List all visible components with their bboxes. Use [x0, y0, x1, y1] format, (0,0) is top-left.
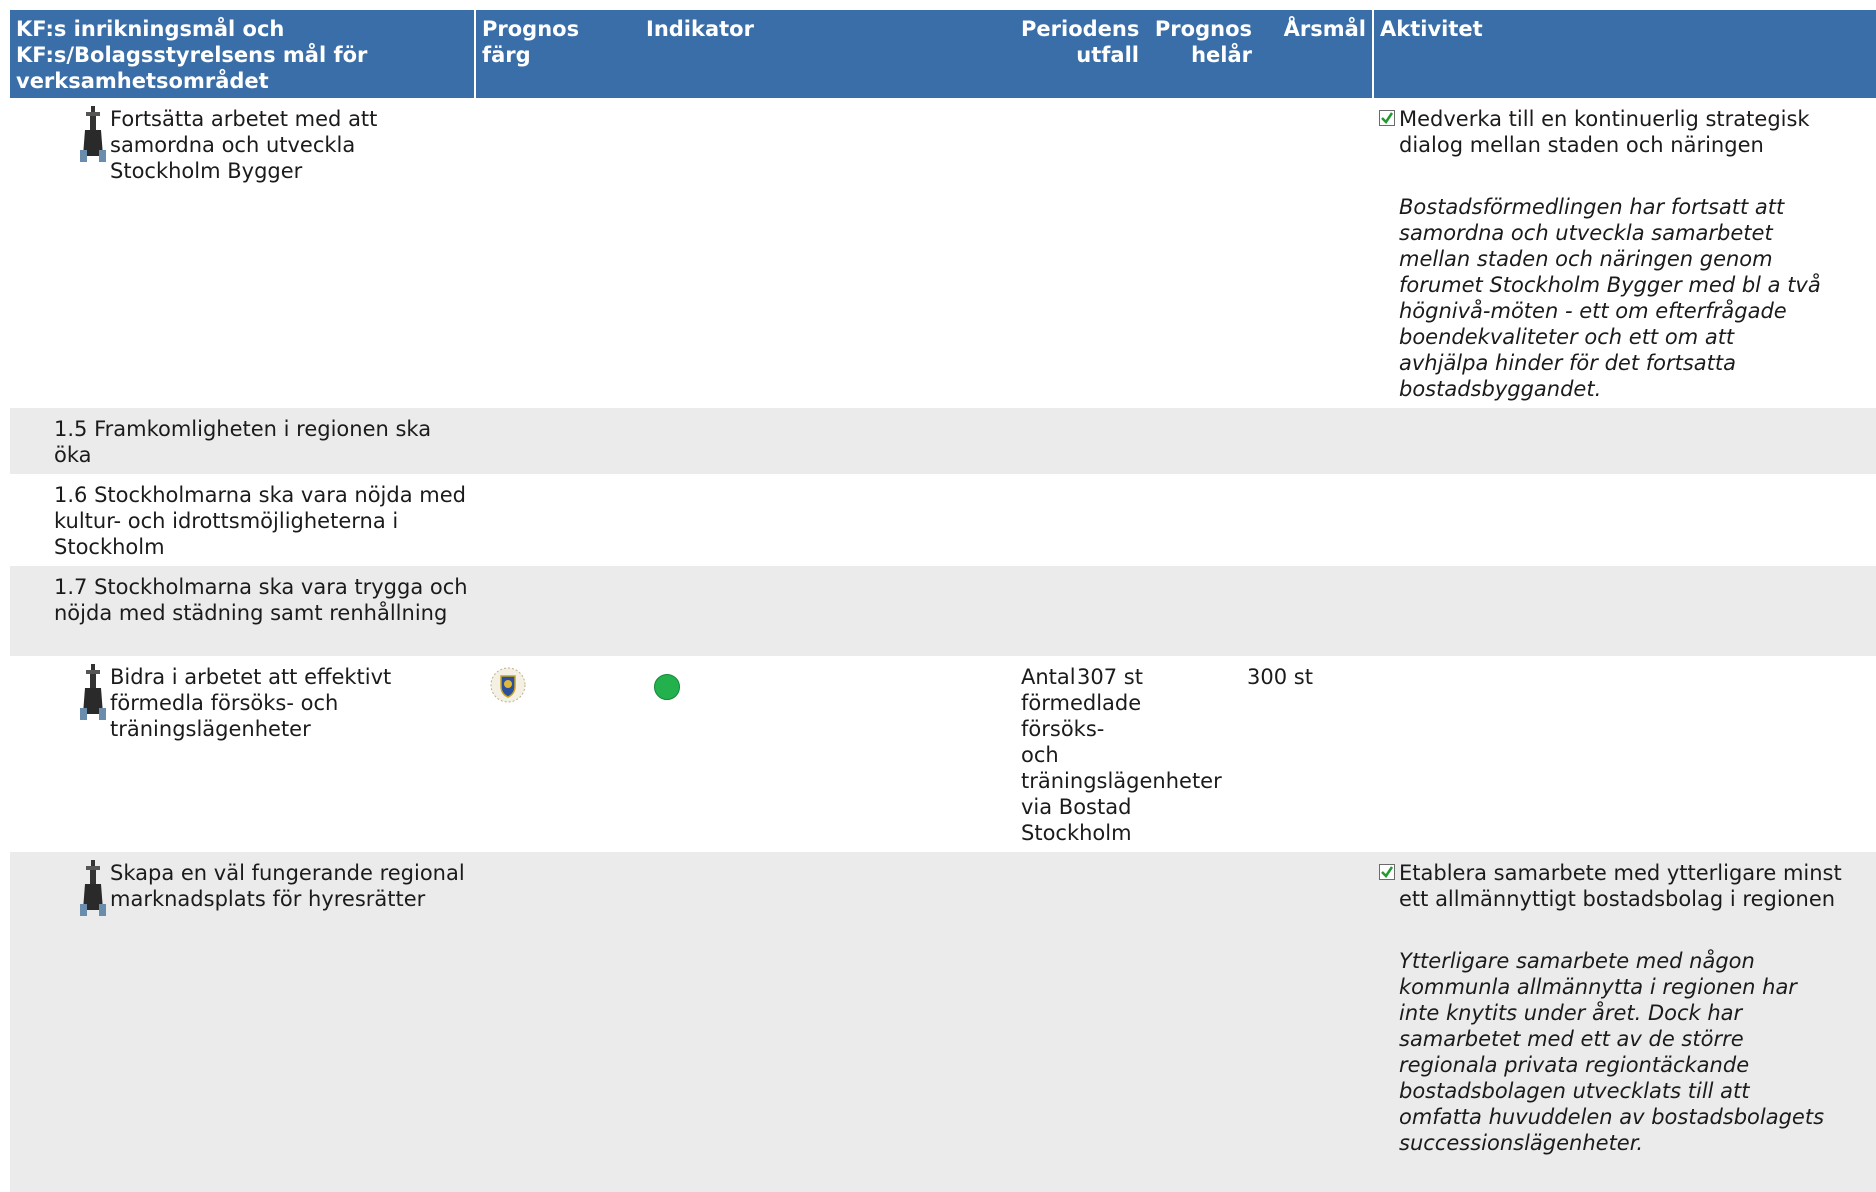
activity-description: Ytterligare samarbete med någon kommunla…: [1399, 949, 1825, 1155]
table-row: Bidra i arbetet att effektivt förmedla f…: [10, 656, 1876, 852]
period-outcome-value: 307 st: [1077, 665, 1143, 689]
city-emblem-icon: [490, 667, 526, 703]
report-table-container: KF:s inrikningsmål och KF:s/Bolagsstyrel…: [10, 10, 1876, 1192]
goal-item[interactable]: Bidra i arbetet att effektivt förmedla f…: [80, 664, 469, 742]
table-row: Fortsätta arbetet med att samordna och u…: [10, 98, 1876, 408]
table-row: 1.7 Stockholmarna ska vara trygga och nö…: [10, 566, 1876, 656]
checkbox-checked-icon: [1379, 110, 1395, 126]
goal-item[interactable]: Skapa en väl fungerande regional marknad…: [80, 860, 469, 916]
goal-figure-icon: [80, 860, 106, 916]
goals-table: KF:s inrikningsmål och KF:s/Bolagsstyrel…: [10, 10, 1876, 1192]
goal-text: Bidra i arbetet att effektivt förmedla f…: [110, 665, 392, 741]
activity-item[interactable]: Medverka till en kontinuerlig strategisk…: [1379, 106, 1870, 158]
goal-text[interactable]: 1.7 Stockholmarna ska vara trygga och nö…: [16, 574, 469, 626]
header-indicator[interactable]: Indikator: [640, 10, 1015, 98]
goal-text: Fortsätta arbetet med att samordna och u…: [110, 107, 378, 183]
forecast-status-green-icon: [654, 674, 680, 700]
checkbox-checked-icon: [1379, 864, 1395, 880]
header-forecast-year[interactable]: Prognos helår: [1145, 10, 1258, 98]
header-period-outcome[interactable]: Periodens utfall: [1015, 10, 1145, 98]
header-activity[interactable]: Aktivitet: [1373, 10, 1876, 98]
activity-description: Bostadsförmedlingen har fortsatt att sam…: [1399, 195, 1821, 401]
goal-item[interactable]: Fortsätta arbetet med att samordna och u…: [80, 106, 469, 184]
header-forecast-color[interactable]: Prognos färg: [475, 10, 640, 98]
activity-item[interactable]: Etablera samarbete med ytterligare minst…: [1379, 860, 1870, 912]
header-year-target[interactable]: Årsmål: [1258, 10, 1374, 98]
table-header-row: KF:s inrikningsmål och KF:s/Bolagsstyrel…: [10, 10, 1876, 98]
activity-title: Etablera samarbete med ytterligare minst…: [1399, 861, 1842, 911]
table-row: 1.5 Framkomligheten i regionen ska öka: [10, 408, 1876, 474]
year-target-value: 300 st: [1247, 665, 1313, 689]
goal-text: Skapa en väl fungerande regional marknad…: [110, 861, 465, 911]
goal-figure-icon: [80, 106, 106, 162]
header-goal[interactable]: KF:s inrikningsmål och KF:s/Bolagsstyrel…: [10, 10, 476, 98]
goal-text[interactable]: 1.6 Stockholmarna ska vara nöjda med kul…: [16, 482, 469, 560]
table-row: 1.6 Stockholmarna ska vara nöjda med kul…: [10, 474, 1876, 566]
goal-figure-icon: [80, 664, 106, 720]
table-row: Skapa en väl fungerande regional marknad…: [10, 852, 1876, 1192]
activity-title: Medverka till en kontinuerlig strategisk…: [1399, 107, 1810, 157]
goal-text[interactable]: 1.5 Framkomligheten i regionen ska öka: [16, 416, 469, 468]
